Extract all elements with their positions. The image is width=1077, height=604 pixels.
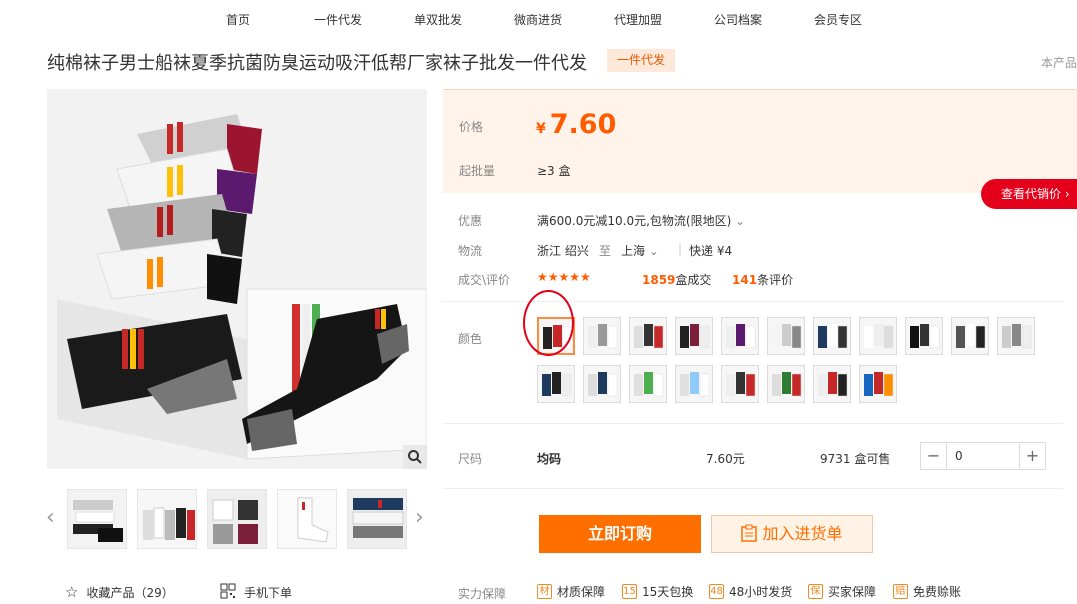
color-swatch-13[interactable] — [583, 365, 621, 403]
guarantee-buyer: 保买家保障 — [808, 583, 876, 600]
logistics-divider: | — [678, 242, 683, 256]
clipboard-icon — [741, 524, 762, 543]
nav-wechat-stock[interactable]: 微商进货 — [514, 11, 562, 28]
color-swatch-8[interactable] — [859, 317, 897, 355]
thumbnail-2[interactable] — [137, 489, 197, 549]
nav-company-profile[interactable]: 公司档案 — [714, 11, 762, 28]
add-to-list-button[interactable]: 加入进货单 — [711, 515, 873, 553]
thumbnail-5[interactable] — [347, 489, 407, 549]
buy-now-button[interactable]: 立即订购 — [539, 515, 701, 553]
agent-price-button[interactable]: 查看代销价 › — [981, 179, 1077, 209]
quantity-input[interactable] — [947, 442, 1019, 470]
guarantee-exchange: 15 15天包换 — [622, 584, 694, 599]
nav-dropship[interactable]: 一件代发 — [314, 11, 362, 28]
logistics-from: 浙江 绍兴 — [537, 244, 589, 258]
color-swatch-14[interactable] — [629, 365, 667, 403]
guarantee-credit: 赔免费赊账 — [893, 583, 961, 600]
color-swatch-5[interactable] — [721, 317, 759, 355]
favorite-label: 收藏产品（29） — [86, 585, 174, 600]
color-swatch-17[interactable] — [767, 365, 805, 403]
nav-wholesale[interactable]: 单双批发 — [414, 11, 462, 28]
color-swatch-19[interactable] — [859, 365, 897, 403]
nav-home[interactable]: 首页 — [226, 11, 250, 28]
exchange-15-icon: 15 — [622, 584, 637, 599]
color-swatch-6[interactable] — [767, 317, 805, 355]
color-swatch-12[interactable] — [537, 365, 575, 403]
color-swatch-15[interactable] — [675, 365, 713, 403]
price-value: ¥7.60 — [536, 109, 617, 140]
zoom-icon[interactable] — [403, 445, 427, 469]
logistics-label: 物流 — [458, 244, 483, 258]
moq-label: 起批量 — [459, 164, 496, 178]
size-label: 尺码 — [458, 452, 483, 466]
thumb-prev-arrow-icon[interactable]: ‹ — [46, 505, 55, 530]
material-icon: 材 — [537, 584, 552, 599]
moq-value: ≥3 盒 — [537, 164, 571, 178]
thumb-next-arrow-icon[interactable]: › — [415, 505, 424, 530]
color-swatch-7[interactable] — [813, 317, 851, 355]
color-swatch-2[interactable] — [583, 317, 621, 355]
top-nav: 首页 一件代发 单双批发 微商进货 代理加盟 公司档案 会员专区 — [0, 0, 1077, 38]
nav-agent-join[interactable]: 代理加盟 — [614, 11, 662, 28]
logistics-to-word: 至 — [599, 244, 612, 258]
logistics-destination[interactable]: 上海 ⌄ — [621, 242, 659, 259]
highlight-circle — [523, 290, 574, 356]
star-outline-icon: ☆ — [65, 583, 79, 601]
shipping-48-icon: 48 — [709, 584, 724, 599]
buyer-protect-icon: 保 — [808, 584, 823, 599]
mobile-order-link[interactable]: 手机下单 — [220, 583, 292, 602]
price-label: 价格 — [459, 120, 484, 134]
socks-box-illustration — [47, 89, 427, 469]
divider — [443, 423, 1063, 424]
chevron-down-icon: ⌄ — [648, 244, 659, 258]
thumbnail-3[interactable] — [207, 489, 267, 549]
product-title: 纯棉袜子男士船袜夏季抗菌防臭运动吸汗低帮厂家袜子批发一件代发 — [47, 53, 587, 74]
guarantee-material: 材材质保障 — [537, 583, 605, 600]
color-swatch-4[interactable] — [675, 317, 713, 355]
deal-count: 1859盒成交 — [642, 273, 712, 287]
thumbnail-4[interactable] — [277, 489, 337, 549]
thumbnail-1[interactable] — [67, 489, 127, 549]
color-swatch-11[interactable] — [997, 317, 1035, 355]
plus-button[interactable]: + — [1019, 442, 1046, 470]
guarantee-label: 实力保障 — [458, 587, 507, 601]
guarantee-shipping: 48 48小时发货 — [709, 584, 793, 599]
promo-value[interactable]: 满600.0元减10.0元,包物流(限地区) ⌄ — [537, 212, 745, 229]
credit-icon: 赔 — [893, 584, 908, 599]
nav-member-area[interactable]: 会员专区 — [814, 11, 862, 28]
rating-stars-icon: ★★★★★ — [537, 270, 591, 284]
color-swatch-18[interactable] — [813, 365, 851, 403]
color-swatch-3[interactable] — [629, 317, 667, 355]
color-swatch-9[interactable] — [905, 317, 943, 355]
favorite-link[interactable]: ☆ 收藏产品（29） — [65, 583, 174, 601]
size-stock: 9731 盒可售 — [820, 452, 891, 466]
dropship-tag: 一件代发 — [607, 49, 676, 72]
qrcode-icon — [220, 583, 236, 602]
mobile-order-label: 手机下单 — [244, 586, 293, 600]
size-name: 均码 — [537, 452, 562, 466]
minus-button[interactable]: − — [920, 442, 947, 470]
color-label: 颜色 — [458, 332, 483, 346]
color-swatch-16[interactable] — [721, 365, 759, 403]
this-product-label: 本产品 — [1040, 56, 1077, 70]
review-count[interactable]: 141条评价 — [732, 271, 793, 288]
deals-label: 成交\评价 — [458, 273, 511, 287]
promo-label: 优惠 — [458, 214, 483, 228]
main-product-image[interactable] — [47, 89, 427, 469]
size-price: 7.60元 — [706, 452, 745, 466]
quantity-stepper: − + — [920, 442, 1046, 470]
divider — [443, 488, 1063, 489]
chevron-down-icon: ⌄ — [735, 214, 746, 228]
logistics-express: 快递 ¥4 — [689, 244, 733, 258]
color-swatch-10[interactable] — [951, 317, 989, 355]
